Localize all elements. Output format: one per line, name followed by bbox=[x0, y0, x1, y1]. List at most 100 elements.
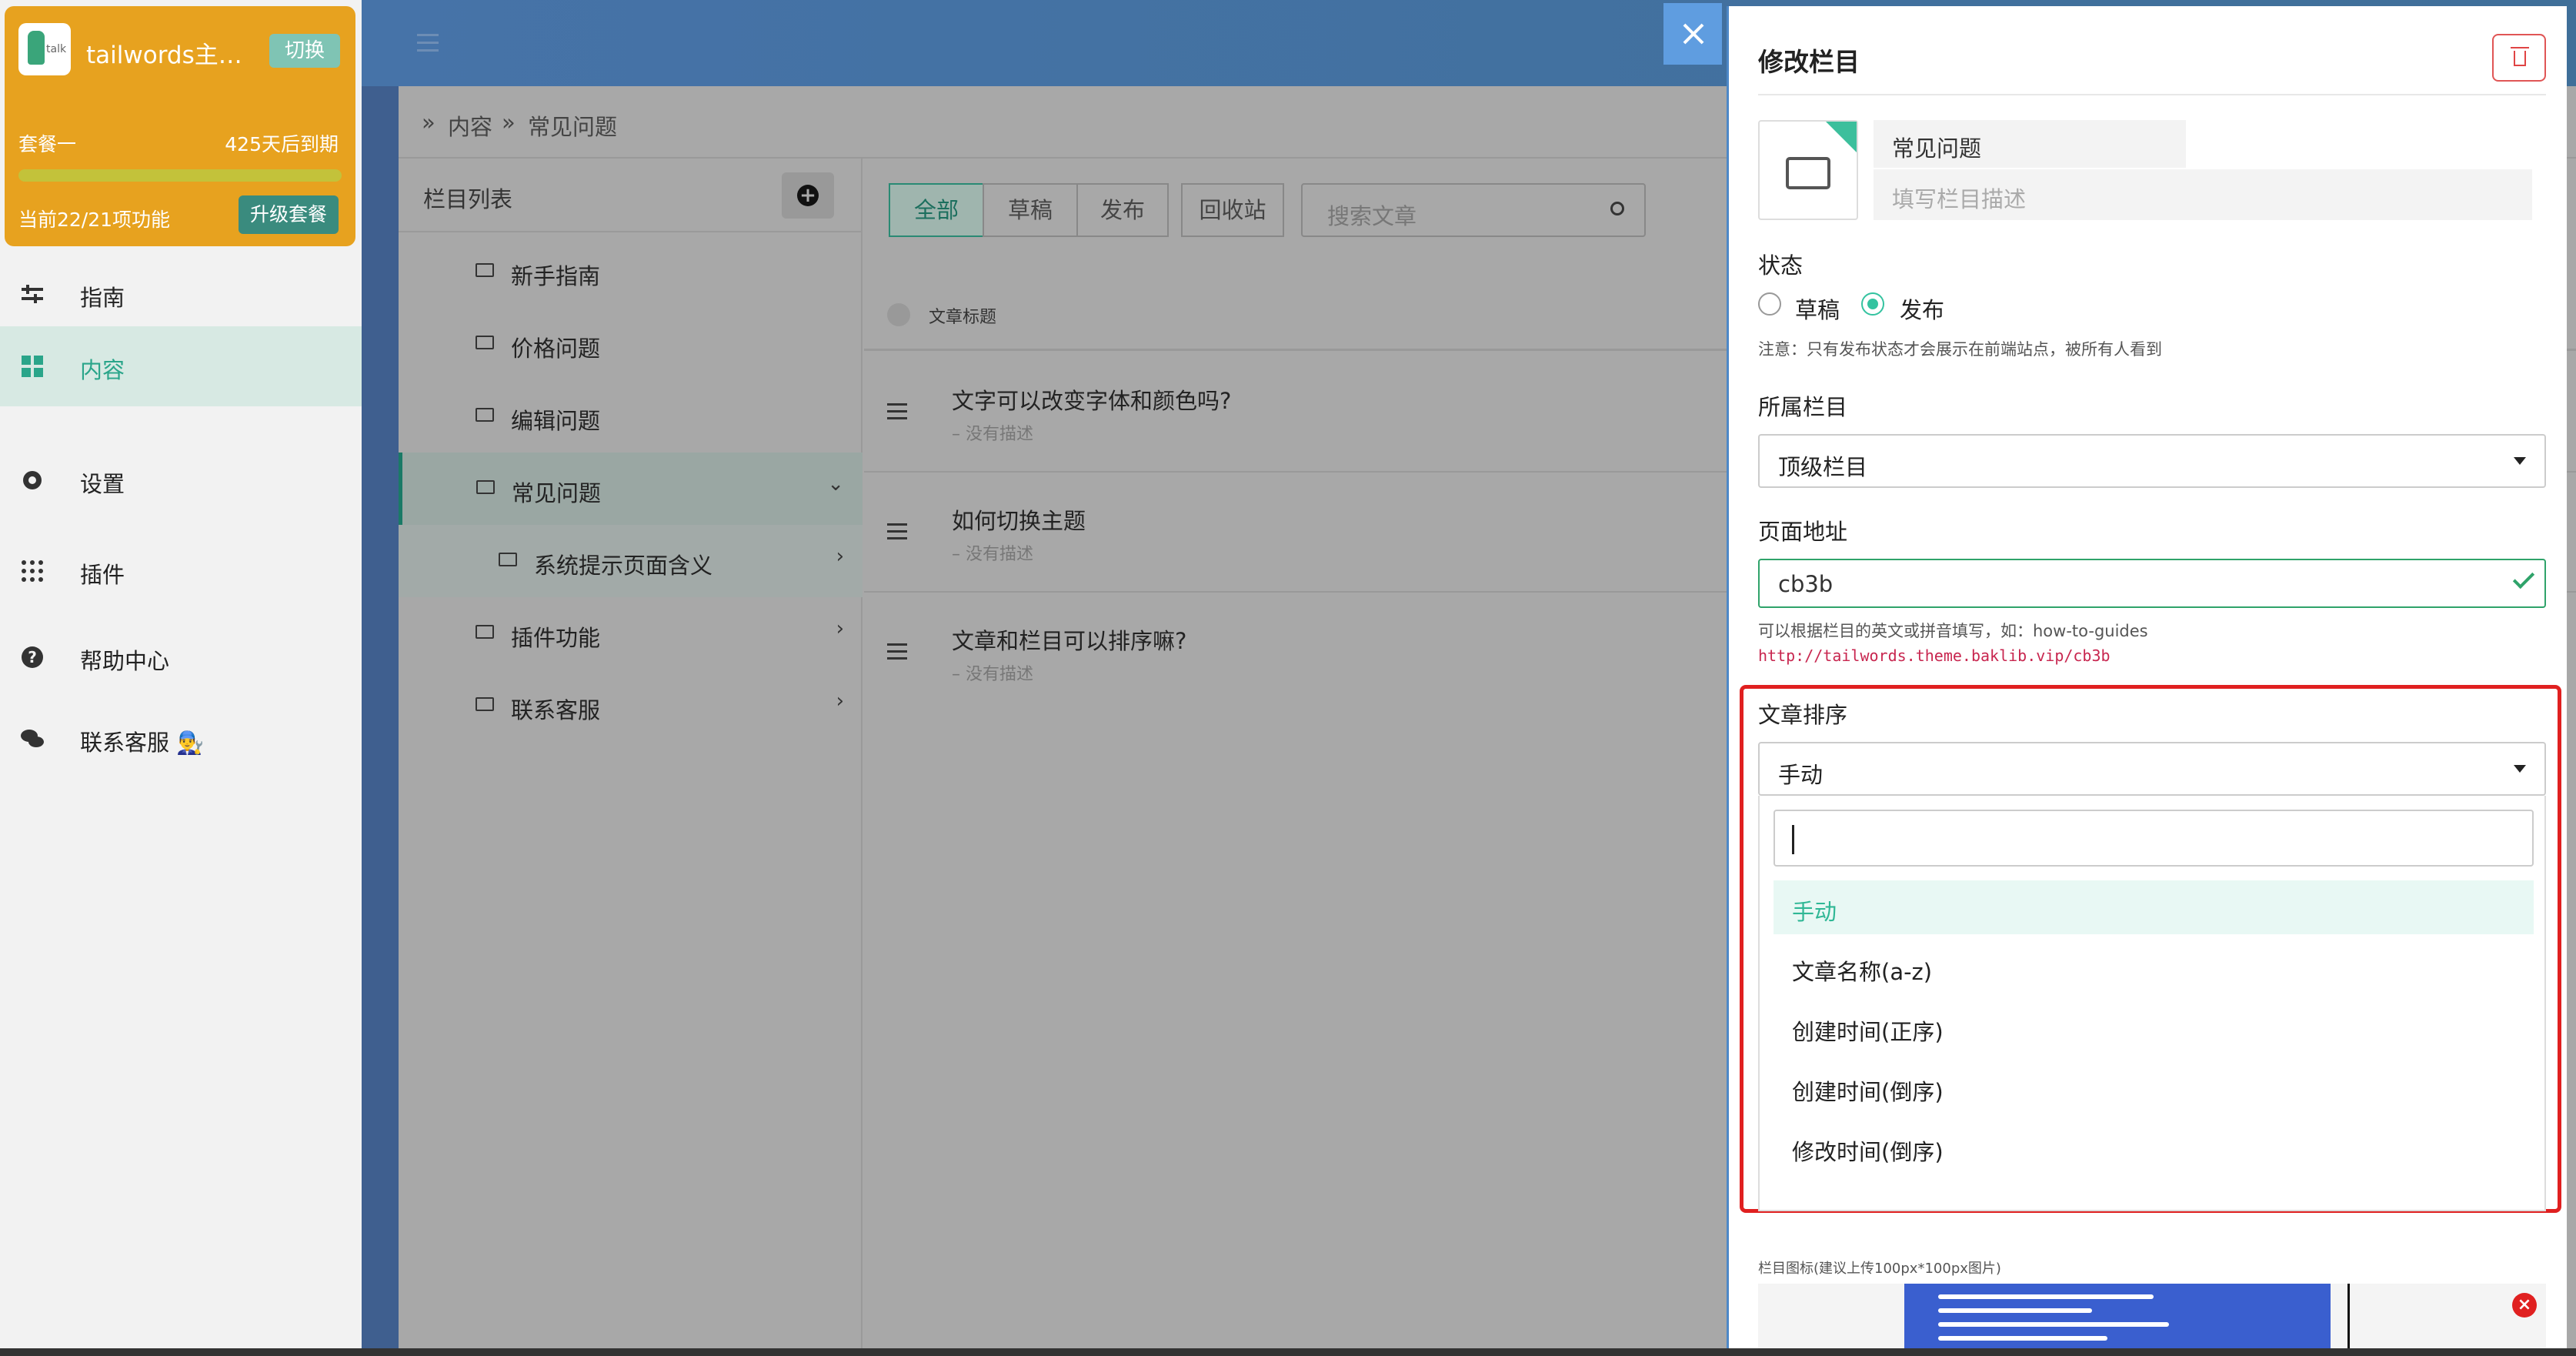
article-search-input[interactable]: 搜索文章 bbox=[1301, 183, 1646, 237]
column-name-input[interactable]: 常见问题 bbox=[1874, 120, 2186, 168]
column-item-label: 常见问题 bbox=[512, 480, 602, 506]
column-item[interactable]: 插件功能 › bbox=[399, 597, 863, 670]
sidebar-item-plugins[interactable]: 插件 bbox=[0, 534, 362, 608]
chat-icon bbox=[21, 730, 44, 747]
sort-select[interactable]: 手动 bbox=[1758, 742, 2546, 796]
divider bbox=[2347, 1284, 2350, 1353]
sort-option[interactable]: 修改时间(倒序) bbox=[1774, 1121, 2534, 1174]
svg-text:?: ? bbox=[28, 648, 37, 666]
help-icon bbox=[887, 303, 910, 326]
breadcrumb-item[interactable]: 内容 bbox=[448, 109, 492, 142]
breadcrumb-item[interactable]: 常见问题 bbox=[528, 109, 617, 142]
article-desc: – 没有描述 bbox=[952, 545, 1033, 564]
caret-down-icon bbox=[2514, 765, 2526, 773]
upgrade-plan-button[interactable]: 升级套餐 bbox=[239, 195, 339, 234]
gear-icon bbox=[23, 471, 42, 489]
sidebar-item-help[interactable]: ? 帮助中心 bbox=[0, 620, 362, 694]
menu-toggle-icon[interactable] bbox=[417, 34, 439, 54]
column-item-label: 插件功能 bbox=[511, 625, 601, 651]
status-label: 状态 bbox=[1758, 252, 1804, 279]
sidebar-item-label: 内容 bbox=[80, 357, 125, 383]
close-drawer-button[interactable] bbox=[1663, 3, 1722, 65]
chevron-right-icon[interactable]: › bbox=[836, 545, 844, 568]
search-icon[interactable] bbox=[1610, 202, 1624, 215]
tab-published[interactable]: 发布 bbox=[1076, 183, 1169, 237]
column-item[interactable]: 联系客服 › bbox=[399, 670, 863, 742]
sidebar-item-label: 设置 bbox=[80, 471, 125, 497]
article-title[interactable]: 如何切换主题 bbox=[952, 503, 1086, 536]
status-publish-label[interactable]: 发布 bbox=[1900, 292, 1944, 325]
sort-option[interactable]: 创建时间(正序) bbox=[1774, 1000, 2534, 1054]
sort-option-label: 手动 bbox=[1792, 899, 1837, 925]
chevron-right-icon[interactable]: › bbox=[836, 690, 844, 713]
tab-draft[interactable]: 草稿 bbox=[983, 183, 1078, 237]
column-item-label: 系统提示页面含义 bbox=[534, 553, 713, 579]
add-column-button[interactable]: + bbox=[782, 172, 834, 219]
article-title[interactable]: 文字可以改变字体和颜色吗? bbox=[952, 383, 1231, 416]
drag-handle-icon[interactable] bbox=[887, 523, 907, 544]
chevron-down-icon[interactable]: ⌄ bbox=[827, 473, 844, 496]
url-label: 页面地址 bbox=[1758, 519, 1848, 545]
tab-trash[interactable]: 回收站 bbox=[1181, 183, 1284, 237]
caret-down-icon bbox=[2514, 457, 2526, 465]
url-value: cb3b bbox=[1778, 571, 1834, 597]
column-item[interactable]: 价格问题 bbox=[399, 308, 863, 380]
apps-icon bbox=[22, 560, 43, 582]
chevron-right-icon[interactable]: › bbox=[836, 617, 844, 640]
plus-icon: + bbox=[797, 185, 819, 206]
sort-dropdown: 手动 文章名称(a-z) 创建时间(正序) 创建时间(倒序) 修改时间(倒序) bbox=[1758, 796, 2546, 1211]
image-line bbox=[1938, 1294, 2154, 1299]
parent-column-value: 顶级栏目 bbox=[1778, 454, 1868, 480]
status-draft-label[interactable]: 草稿 bbox=[1795, 292, 1840, 325]
column-icon-preview[interactable]: × bbox=[1758, 1284, 2546, 1353]
url-input[interactable]: cb3b bbox=[1758, 559, 2546, 608]
parent-column-select[interactable]: 顶级栏目 bbox=[1758, 434, 2546, 488]
drag-handle-icon[interactable] bbox=[887, 643, 907, 664]
tab-all[interactable]: 全部 bbox=[889, 183, 984, 237]
edit-column-drawer: 修改栏目 常见问题 填写栏目描述 状态 草稿 发布 注意：只有发布状态才会展示在… bbox=[1727, 6, 2567, 1353]
sidebar-item-content[interactable]: 内容 bbox=[0, 326, 362, 406]
sort-option[interactable]: 文章名称(a-z) bbox=[1774, 940, 2534, 994]
url-preview-link[interactable]: http://tailwords.theme.baklib.vip/cb3b bbox=[1758, 646, 2111, 665]
column-desc-input[interactable]: 填写栏目描述 bbox=[1874, 169, 2532, 220]
remove-icon-button[interactable]: × bbox=[2512, 1293, 2537, 1318]
check-icon bbox=[2512, 566, 2535, 589]
article-title[interactable]: 文章和栏目可以排序嘛? bbox=[952, 623, 1186, 656]
plan-expire: 425天后到期 bbox=[225, 133, 339, 155]
folder-icon bbox=[1786, 157, 1830, 189]
site-name[interactable]: tailwords主题... bbox=[86, 35, 265, 70]
sort-option[interactable]: 手动 bbox=[1774, 880, 2534, 934]
text-cursor bbox=[1792, 825, 1794, 854]
grid-icon bbox=[22, 356, 43, 377]
folder-icon bbox=[475, 697, 494, 711]
sidebar-item-support[interactable]: 联系客服 👨‍🔧 bbox=[0, 702, 362, 776]
image-line bbox=[1938, 1308, 2092, 1313]
icon-image bbox=[1904, 1284, 2331, 1353]
article-title-header: 文章标题 bbox=[929, 308, 997, 327]
folder-icon bbox=[475, 336, 494, 349]
sidebar-item-settings[interactable]: 设置 bbox=[0, 443, 362, 517]
status-publish-radio[interactable] bbox=[1861, 292, 1884, 316]
drag-handle-icon[interactable] bbox=[887, 403, 907, 424]
column-item[interactable]: 编辑问题 bbox=[399, 380, 863, 453]
plan-name: 套餐一 bbox=[18, 133, 77, 155]
status-draft-radio[interactable] bbox=[1758, 292, 1781, 316]
column-list-header: 栏目列表 + bbox=[399, 159, 863, 232]
sort-option[interactable]: 创建时间(倒序) bbox=[1774, 1060, 2534, 1114]
switch-site-button[interactable]: 切换 bbox=[269, 34, 340, 68]
column-icon-label: 栏目图标(建议上传100px*100px图片) bbox=[1758, 1261, 2001, 1277]
column-item-active[interactable]: 常见问题 ⌄ bbox=[399, 453, 863, 525]
folder-icon bbox=[475, 408, 494, 422]
delete-column-button[interactable] bbox=[2492, 34, 2546, 82]
column-icon-picker[interactable] bbox=[1758, 120, 1858, 220]
column-subitem[interactable]: 系统提示页面含义 › bbox=[399, 525, 863, 597]
sort-dropdown-search-input[interactable] bbox=[1774, 810, 2534, 867]
parent-column-label: 所属栏目 bbox=[1758, 394, 1848, 420]
plan-usage-bar bbox=[18, 169, 342, 182]
folder-icon bbox=[476, 480, 495, 494]
sort-label: 文章排序 bbox=[1758, 702, 1848, 728]
site-logo[interactable]: talk bbox=[18, 23, 71, 75]
column-item-label: 联系客服 bbox=[511, 697, 601, 723]
sidebar-item-guide[interactable]: 指南 bbox=[0, 257, 362, 331]
column-item[interactable]: 新手指南 bbox=[399, 235, 863, 308]
